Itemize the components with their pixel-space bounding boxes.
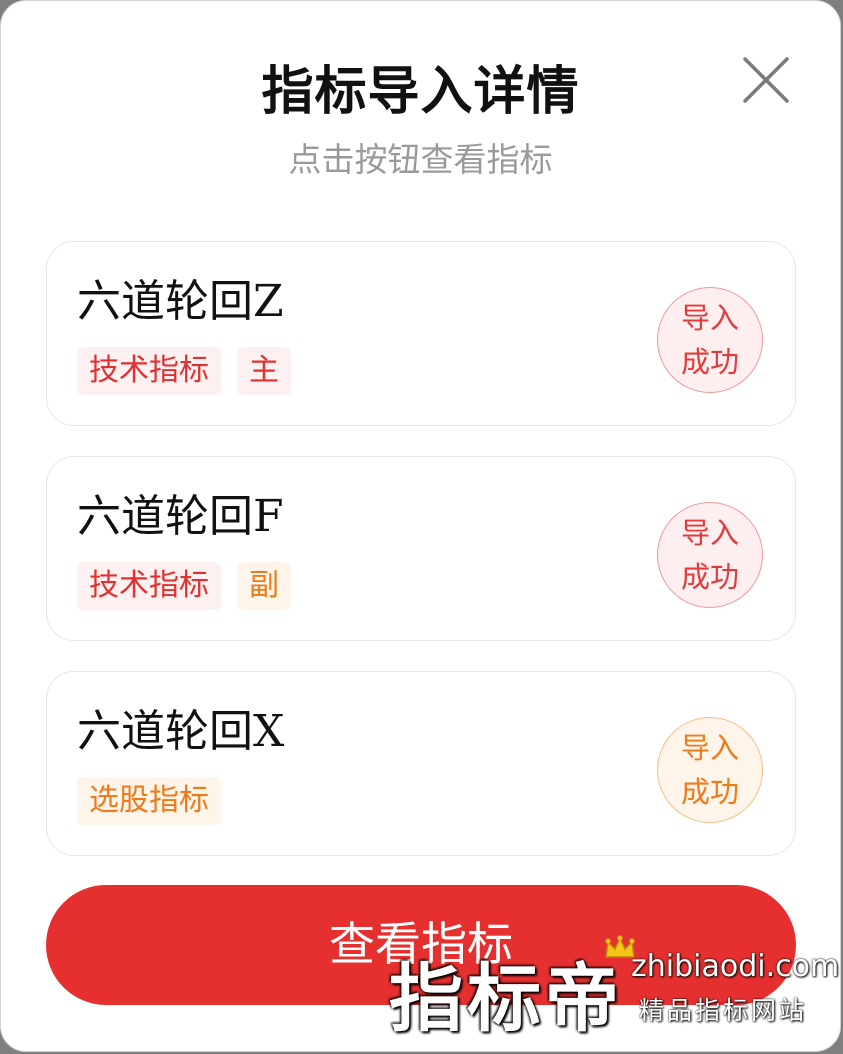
indicator-card: 六道轮回Z 技术指标 主 导入 成功 bbox=[46, 241, 796, 426]
dialog-title: 指标导入详情 bbox=[261, 62, 580, 122]
indicator-card: 六道轮回F 技术指标 副 导入 成功 bbox=[46, 456, 796, 641]
watermark-brand: 指标帝 bbox=[389, 956, 623, 1042]
indicator-name: 六道轮回F bbox=[77, 491, 284, 542]
stamp-line-1: 导入 bbox=[680, 516, 739, 550]
indicator-tags: 技术指标 副 bbox=[77, 562, 291, 610]
dialog-subtitle: 点击按钮查看指标 bbox=[288, 140, 553, 179]
import-success-stamp: 导入 成功 bbox=[657, 502, 763, 608]
tag-category: 技术指标 bbox=[77, 347, 221, 395]
indicator-tags: 技术指标 主 bbox=[77, 347, 291, 395]
stamp-line-2: 成功 bbox=[680, 775, 739, 809]
tag-category: 技术指标 bbox=[77, 562, 221, 610]
indicator-tags: 选股指标 bbox=[77, 777, 221, 825]
close-icon[interactable] bbox=[739, 53, 793, 107]
stamp-line-2: 成功 bbox=[680, 345, 739, 379]
import-success-stamp: 导入 成功 bbox=[657, 717, 763, 823]
stamp-line-2: 成功 bbox=[680, 560, 739, 594]
stamp-line-1: 导入 bbox=[680, 731, 739, 765]
watermark-slogan: 精品指标网站 bbox=[639, 996, 808, 1025]
stamp-line-1: 导入 bbox=[680, 301, 739, 335]
tag-type: 副 bbox=[237, 562, 291, 610]
indicator-card: 六道轮回X 选股指标 导入 成功 bbox=[46, 671, 796, 856]
indicator-name: 六道轮回X bbox=[77, 706, 285, 757]
import-success-stamp: 导入 成功 bbox=[657, 287, 763, 393]
import-details-dialog: 指标导入详情 点击按钮查看指标 六道轮回Z 技术指标 主 导入 成功 六道轮回F… bbox=[0, 0, 841, 1052]
tag-type: 主 bbox=[237, 347, 291, 395]
tag-category: 选股指标 bbox=[77, 777, 221, 825]
watermark: 指标帝 zhibiaodi.com 精品指标网站 bbox=[381, 931, 840, 1042]
indicator-name: 六道轮回Z bbox=[77, 276, 284, 327]
watermark-domain: zhibiaodi.com bbox=[631, 949, 840, 984]
